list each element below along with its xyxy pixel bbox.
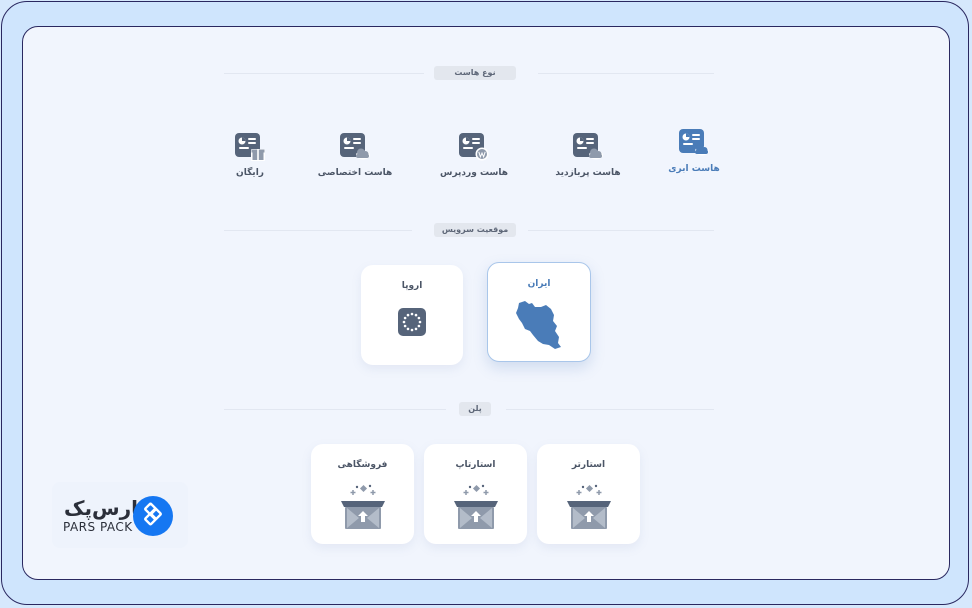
cloud-host-icon [679, 129, 709, 156]
host-type-label: هاست وردپرس [440, 168, 508, 178]
wordpress-host-icon [459, 133, 489, 161]
section-title-location: موقعیت سرویس [434, 223, 516, 237]
plan-card-starter[interactable]: استارتر [537, 444, 640, 544]
section-title-host-type: نوع هاست [434, 66, 516, 80]
location-label: ایران [527, 279, 551, 289]
plan-card-store[interactable]: فروشگاهی [311, 444, 414, 544]
plan-card-startup[interactable]: استارتاپ [424, 444, 527, 544]
location-card-iran[interactable]: ایران [487, 262, 591, 362]
plan-label: فروشگاهی [337, 460, 388, 470]
host-type-label: رایگان [236, 168, 264, 178]
section-divider-location: موقعیت سرویس [224, 223, 714, 237]
host-type-cloud[interactable]: هاست ابری [649, 128, 739, 174]
section-divider-host-type: نوع هاست [224, 66, 714, 80]
iran-map-icon [516, 301, 561, 349]
open-box-icon [453, 484, 498, 529]
host-type-label: هاست پربازدید [555, 168, 621, 178]
dedicated-host-icon [340, 133, 370, 160]
host-type-high-traffic[interactable]: هاست پربازدید [543, 132, 633, 178]
host-type-wordpress[interactable]: هاست وردپرس [429, 132, 519, 178]
parspack-logo: پارس‌پک PARS PACK [52, 482, 188, 548]
parspack-logo-icon [133, 496, 173, 536]
section-divider-plan: پلن [224, 402, 714, 416]
open-box-icon [340, 484, 385, 529]
plan-label: استارتر [571, 460, 606, 470]
section-title-plan: پلن [459, 402, 491, 416]
location-card-europe[interactable]: اروپا [361, 265, 463, 365]
location-label: اروپا [401, 281, 423, 291]
open-box-icon [566, 484, 611, 529]
free-host-gift-icon [235, 133, 265, 161]
eu-flag-icon [398, 308, 426, 336]
host-type-dedicated[interactable]: هاست اختصاصی [310, 132, 400, 178]
high-traffic-host-icon [573, 133, 603, 160]
logo-text-en: PARS PACK [63, 520, 133, 534]
host-type-free[interactable]: رایگان [205, 132, 295, 178]
host-type-label: هاست اختصاصی [317, 168, 393, 178]
plan-label: استارتاپ [455, 460, 496, 470]
host-type-label: هاست ابری [668, 164, 720, 174]
